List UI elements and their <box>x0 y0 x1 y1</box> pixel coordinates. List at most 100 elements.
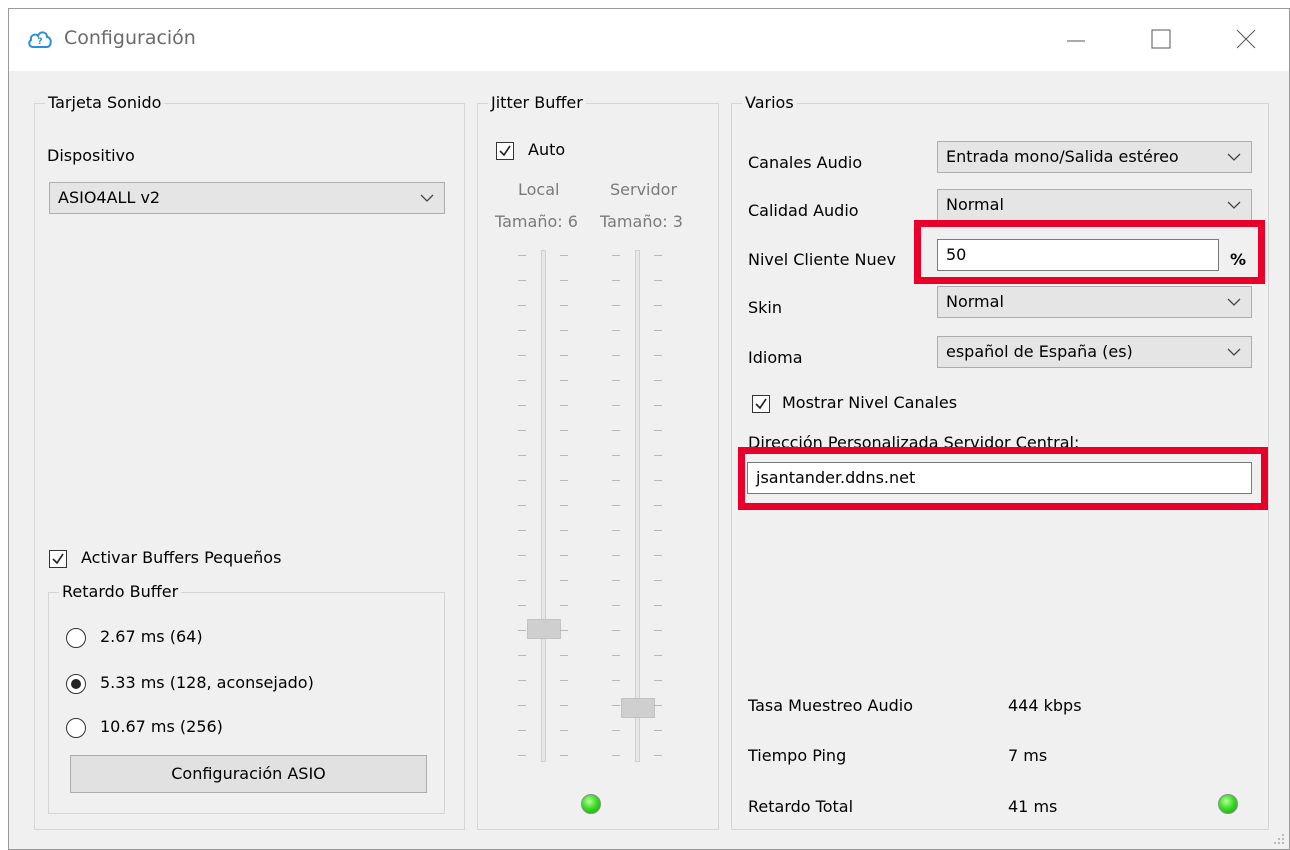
slider-tick <box>612 705 620 706</box>
slider-tick <box>560 280 568 281</box>
slider-tick <box>560 730 568 731</box>
device-label: Dispositivo <box>47 146 135 165</box>
slider-tick <box>518 730 526 731</box>
slider-tick <box>560 505 568 506</box>
language-label: Idioma <box>748 348 803 367</box>
slider-thumb[interactable] <box>527 619 561 639</box>
audio-quality-select[interactable]: Normal <box>937 189 1252 221</box>
slider-tick <box>654 330 662 331</box>
slider-track <box>541 250 546 762</box>
slider-tick <box>518 755 526 756</box>
slider-tick <box>560 330 568 331</box>
sound-card-group-title: Tarjeta Sonido <box>45 92 165 114</box>
slider-tick <box>560 555 568 556</box>
slider-tick <box>560 480 568 481</box>
slider-tick <box>654 705 662 706</box>
buffer-option-64-radio[interactable] <box>66 628 86 648</box>
slider-tick <box>612 255 620 256</box>
slider-tick <box>654 655 662 656</box>
slider-tick <box>612 605 620 606</box>
language-value: español de España (es) <box>946 342 1133 361</box>
ping-time-value: 7 ms <box>1008 746 1048 765</box>
slider-tick <box>654 505 662 506</box>
title-bar: ? Configuración <box>9 9 1289 71</box>
slider-tick <box>518 555 526 556</box>
svg-text:?: ? <box>37 37 42 47</box>
jitter-buffer-group: Jitter Buffer Auto Local Servidor Tamaño… <box>477 92 719 830</box>
slider-tick <box>518 505 526 506</box>
slider-tick <box>612 305 620 306</box>
slider-tick <box>518 605 526 606</box>
slider-tick <box>612 355 620 356</box>
slider-tick <box>560 605 568 606</box>
slider-tick <box>560 655 568 656</box>
chevron-down-icon <box>1227 348 1241 356</box>
slider-tick <box>518 455 526 456</box>
slider-tick <box>612 280 620 281</box>
slider-tick <box>560 580 568 581</box>
window-title: Configuración <box>64 27 196 49</box>
jitter-buffer-group-title: Jitter Buffer <box>488 92 586 114</box>
slider-tick <box>560 680 568 681</box>
slider-tick <box>612 405 620 406</box>
auto-label: Auto <box>528 140 566 159</box>
slider-tick <box>654 430 662 431</box>
slider-tick <box>518 480 526 481</box>
show-channel-levels-checkbox[interactable] <box>752 395 770 413</box>
slider-tick <box>518 430 526 431</box>
local-label: Local <box>518 180 560 199</box>
slider-tick <box>612 330 620 331</box>
slider-tick <box>518 680 526 681</box>
audio-quality-label: Calidad Audio <box>748 201 859 220</box>
resize-grip-icon[interactable] <box>1273 833 1285 845</box>
local-jitter-slider[interactable] <box>498 250 588 770</box>
audio-rate-value: 444 kbps <box>1008 696 1082 715</box>
slider-tick <box>654 455 662 456</box>
auto-checkbox[interactable] <box>496 142 514 160</box>
slider-tick <box>654 405 662 406</box>
audio-channels-select[interactable]: Entrada mono/Salida estéreo <box>937 141 1252 173</box>
close-button[interactable] <box>1216 9 1276 71</box>
slider-tick <box>654 380 662 381</box>
skin-select[interactable]: Normal <box>937 286 1252 318</box>
slider-tick <box>518 305 526 306</box>
slider-tick <box>518 630 526 631</box>
server-jitter-slider[interactable] <box>592 250 682 770</box>
maximize-button[interactable] <box>1131 9 1191 71</box>
server-label: Servidor <box>610 180 678 199</box>
slider-tick <box>560 705 568 706</box>
language-select[interactable]: español de España (es) <box>937 336 1252 368</box>
slider-tick <box>654 580 662 581</box>
slider-tick <box>612 555 620 556</box>
audio-channels-label: Canales Audio <box>748 153 863 172</box>
slider-tick <box>654 555 662 556</box>
slider-tick <box>518 655 526 656</box>
slider-tick <box>518 405 526 406</box>
device-select-value: ASIO4ALL v2 <box>58 188 161 207</box>
buffer-option-128-radio[interactable] <box>66 674 86 694</box>
minimize-button[interactable] <box>1046 9 1106 71</box>
buffer-option-256-radio[interactable] <box>66 718 86 738</box>
asio-config-button[interactable]: Configuración ASIO <box>70 755 427 793</box>
slider-tick <box>612 380 620 381</box>
slider-tick <box>612 580 620 581</box>
slider-tick <box>560 355 568 356</box>
slider-tick <box>518 530 526 531</box>
slider-tick <box>518 705 526 706</box>
chevron-down-icon <box>1227 153 1241 161</box>
settings-window: ? Configuración Tarjeta Sonido Dispositi… <box>8 8 1290 850</box>
slider-tick <box>612 480 620 481</box>
slider-tick <box>612 430 620 431</box>
slider-thumb[interactable] <box>621 698 655 718</box>
slider-tick <box>654 280 662 281</box>
slider-tick <box>612 630 620 631</box>
slider-tick <box>560 255 568 256</box>
slider-tick <box>518 380 526 381</box>
slider-tick <box>654 605 662 606</box>
chevron-down-icon <box>1227 298 1241 306</box>
device-select[interactable]: ASIO4ALL v2 <box>49 182 445 214</box>
buffer-option-256-label: 10.67 ms (256) <box>100 717 223 736</box>
buffer-delay-group: Retardo Buffer 2.67 ms (64) 5.33 ms (128… <box>48 581 445 814</box>
chevron-down-icon <box>1227 201 1241 209</box>
small-buffers-checkbox[interactable] <box>49 550 67 568</box>
